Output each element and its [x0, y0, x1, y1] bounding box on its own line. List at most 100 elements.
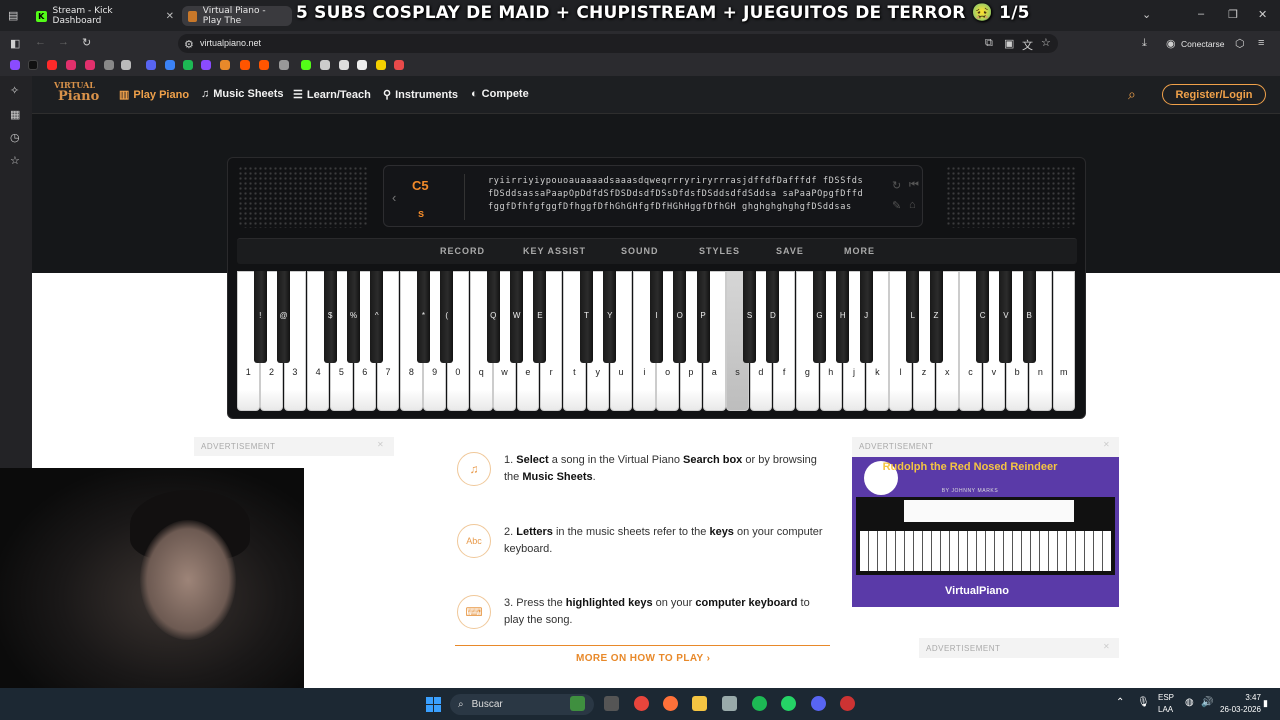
- bookmark-soundcloud-2-icon[interactable]: [259, 60, 269, 70]
- download-icon[interactable]: ⤓: [1142, 37, 1147, 50]
- black-key[interactable]: (: [440, 271, 454, 363]
- language-indicator[interactable]: ESP LAA: [1158, 692, 1174, 716]
- discord-icon[interactable]: [811, 696, 826, 711]
- key-assist-button[interactable]: KEY ASSIST: [523, 246, 586, 256]
- nav-music-sheets[interactable]: ♫ Music Sheets: [201, 88, 284, 100]
- black-key[interactable]: %: [347, 271, 360, 363]
- black-key[interactable]: $: [323, 271, 337, 363]
- record-button[interactable]: RECORD: [440, 246, 485, 256]
- address-bar[interactable]: [178, 34, 1058, 53]
- home-icon[interactable]: ⌂: [909, 199, 916, 211]
- bookmark-instagram-icon[interactable]: [66, 60, 76, 70]
- bookmark-site-2-icon[interactable]: [121, 60, 131, 70]
- menu-icon[interactable]: ≡: [1258, 37, 1264, 49]
- black-key[interactable]: @: [277, 271, 291, 363]
- black-key[interactable]: O: [673, 271, 687, 363]
- history-icon[interactable]: ◷: [10, 131, 20, 144]
- black-key[interactable]: D: [766, 271, 780, 363]
- black-key[interactable]: C: [976, 271, 990, 363]
- reload-icon[interactable]: ↻: [82, 36, 91, 49]
- file-explorer-icon[interactable]: [692, 696, 707, 711]
- app-icon[interactable]: [722, 696, 737, 711]
- black-key[interactable]: ^: [370, 271, 384, 363]
- black-key[interactable]: B: [1022, 271, 1036, 363]
- ai-sparkle-icon[interactable]: ✧: [10, 84, 19, 97]
- nav-learn-teach[interactable]: ☰ Learn/Teach: [293, 88, 371, 102]
- more-on-how-to-play-link[interactable]: MORE ON HOW TO PLAY ›: [576, 653, 710, 664]
- edit-icon[interactable]: ✎: [892, 199, 901, 212]
- bookmark-twitch-icon[interactable]: [10, 60, 20, 70]
- bookmark-youtube-icon[interactable]: [47, 60, 57, 70]
- spotify-icon[interactable]: [752, 696, 767, 711]
- bookmark-site-4-icon[interactable]: [201, 60, 211, 70]
- screenshot-icon[interactable]: ⧉: [985, 37, 993, 50]
- close-ad-icon[interactable]: ✕: [1103, 642, 1110, 651]
- close-tab-icon[interactable]: ✕: [166, 11, 174, 22]
- reader-icon[interactable]: ▣: [1004, 37, 1014, 50]
- collections-icon[interactable]: ▦: [10, 108, 20, 121]
- notification-icon[interactable]: ▮: [1263, 698, 1268, 709]
- skip-back-icon[interactable]: ⏮: [909, 179, 919, 192]
- nav-instruments[interactable]: ⚲ Instruments: [383, 88, 458, 102]
- favorites-icon[interactable]: ☆: [10, 154, 20, 167]
- search-icon[interactable]: ⌕: [1128, 86, 1136, 103]
- bookmark-site-7-icon[interactable]: [320, 60, 330, 70]
- chrome-icon[interactable]: [634, 696, 649, 711]
- translate-icon[interactable]: 文: [1022, 37, 1033, 53]
- black-key[interactable]: I: [649, 271, 663, 363]
- black-key[interactable]: G: [813, 271, 826, 363]
- bookmark-site-8-icon[interactable]: [339, 60, 349, 70]
- site-info-icon[interactable]: ⚙: [184, 38, 194, 51]
- task-view-icon[interactable]: [604, 696, 619, 711]
- black-key[interactable]: P: [696, 271, 710, 363]
- bookmark-tiktok-icon[interactable]: [28, 60, 38, 70]
- bookmark-spotify-icon[interactable]: [183, 60, 193, 70]
- black-key[interactable]: J: [859, 271, 873, 363]
- black-key[interactable]: Y: [603, 271, 617, 363]
- black-key[interactable]: H: [836, 271, 850, 363]
- account-icon[interactable]: ◉: [1166, 37, 1176, 50]
- tray-chevron-icon[interactable]: ⌃: [1116, 697, 1124, 708]
- save-button[interactable]: SAVE: [776, 246, 804, 256]
- bookmark-site-5-icon[interactable]: [220, 60, 230, 70]
- whatsapp-icon[interactable]: [781, 696, 796, 711]
- sidebar-toggle-icon[interactable]: ◧: [10, 37, 20, 50]
- bookmark-instagram-2-icon[interactable]: [85, 60, 95, 70]
- more-button[interactable]: MORE: [844, 246, 875, 256]
- nav-compete[interactable]: ◐ Compete: [471, 88, 529, 100]
- black-key[interactable]: E: [533, 271, 547, 363]
- back-icon[interactable]: ←: [35, 36, 46, 48]
- bookmark-kick-icon[interactable]: [301, 60, 311, 70]
- bookmark-site-6-icon[interactable]: [279, 60, 289, 70]
- forward-icon[interactable]: →: [58, 36, 69, 48]
- bookmark-site-11-icon[interactable]: [394, 60, 404, 70]
- octave-left-icon[interactable]: ‹: [392, 190, 396, 205]
- black-key[interactable]: Q: [486, 271, 500, 363]
- black-key[interactable]: W: [510, 271, 524, 363]
- close-window-icon[interactable]: ✕: [1258, 8, 1267, 21]
- bookmark-site-3-icon[interactable]: [165, 60, 175, 70]
- volume-icon[interactable]: 🔊: [1201, 697, 1213, 708]
- bookmark-discord-icon[interactable]: [146, 60, 156, 70]
- tab-menu-icon[interactable]: ▤: [8, 9, 18, 22]
- microphone-icon[interactable]: 🎙: [1137, 697, 1150, 708]
- network-icon[interactable]: ◍: [1185, 697, 1194, 708]
- site-logo[interactable]: VIRTUAL Piano: [40, 80, 100, 107]
- white-key[interactable]: m: [1052, 271, 1075, 411]
- bookmark-site-9-icon[interactable]: [357, 60, 367, 70]
- black-key[interactable]: *: [416, 271, 430, 363]
- bookmark-soundcloud-icon[interactable]: [240, 60, 250, 70]
- black-key[interactable]: !: [253, 271, 267, 363]
- register-login-button[interactable]: Register/Login: [1162, 84, 1266, 105]
- styles-button[interactable]: STYLES: [699, 246, 740, 256]
- taskbar-clock[interactable]: 3:47 26-03-2026: [1220, 692, 1261, 716]
- minimize-icon[interactable]: –: [1198, 8, 1204, 20]
- bookmark-site-icon[interactable]: [104, 60, 114, 70]
- start-icon[interactable]: [426, 697, 441, 712]
- black-key[interactable]: Z: [929, 271, 943, 363]
- black-key[interactable]: L: [906, 271, 920, 363]
- close-ad-icon[interactable]: ✕: [377, 440, 384, 449]
- black-key[interactable]: V: [999, 271, 1013, 363]
- maximize-icon[interactable]: ❐: [1228, 8, 1238, 21]
- connect-label[interactable]: Conectarse: [1181, 39, 1224, 49]
